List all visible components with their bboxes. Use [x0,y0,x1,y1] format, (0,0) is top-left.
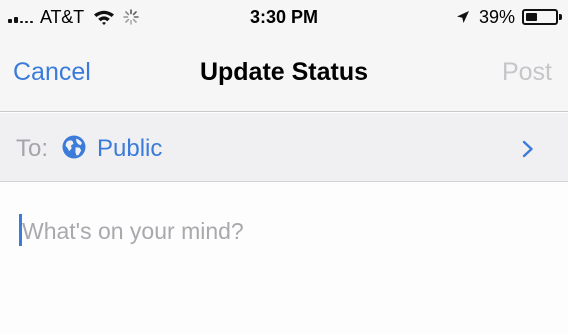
status-placeholder: What's on your mind? [22,218,244,244]
post-button[interactable]: Post [502,58,552,87]
cancel-button[interactable]: Cancel [13,58,91,87]
status-right: 39% [456,6,562,28]
activity-spinner-icon [123,9,139,25]
navigation-bar: Cancel Update Status Post [0,36,568,112]
status-bar: AT&T 3:30 PM 39% [0,0,568,36]
location-arrow-icon [456,11,469,23]
signal-icon [8,11,35,23]
audience-selector[interactable]: To: Public [0,113,568,182]
audience-label: To: [16,135,49,162]
carrier-name: AT&T [40,6,84,27]
status-left: AT&T [8,6,139,28]
status-text-area[interactable]: What's on your mind? [0,183,568,335]
battery-percent: 39% [478,6,515,27]
globe-icon [62,135,86,159]
chevron-right-icon[interactable] [521,140,535,158]
wifi-icon [93,10,114,25]
battery-icon [522,9,562,25]
audience-value: Public [97,135,163,162]
